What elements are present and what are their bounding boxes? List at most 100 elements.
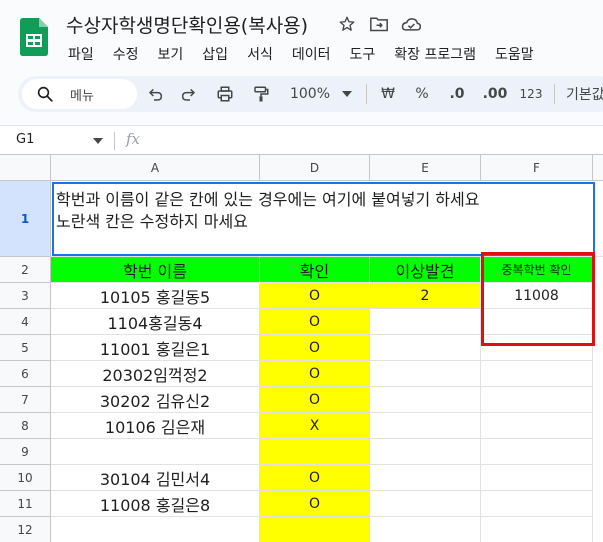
table-cell-d[interactable]: O xyxy=(260,387,370,413)
table-cell-f[interactable] xyxy=(481,413,593,439)
table-cell-f[interactable] xyxy=(481,387,593,413)
column-header-e[interactable]: E xyxy=(370,155,481,181)
increase-decimal-button[interactable]: .00 xyxy=(480,84,510,104)
table-cell-a[interactable]: 1104홍길동4 xyxy=(51,309,260,335)
menu-edit[interactable]: 수정 xyxy=(113,44,139,64)
table-cell-a[interactable]: 11008 홍길은8 xyxy=(51,491,260,517)
row-header-1[interactable]: 1 xyxy=(0,181,51,257)
table-cell-d[interactable]: O xyxy=(260,491,370,517)
undo-button[interactable] xyxy=(146,84,166,104)
table-cell-a[interactable]: 30202 김유신2 xyxy=(51,387,260,413)
app-header: 수상자학생명단확인용(복사용) 파일 수정 보기 삽입 서식 데이터 도구 확장… xyxy=(0,0,603,72)
document-title[interactable]: 수상자학생명단확인용(복사용) xyxy=(66,11,308,38)
header-cell-student[interactable]: 학번 이름 xyxy=(51,257,260,283)
menu-data[interactable]: 데이터 xyxy=(292,44,331,64)
menu-search-button[interactable]: 메뉴 xyxy=(22,79,137,109)
table-cell-d[interactable] xyxy=(260,517,370,542)
table-cell-d[interactable]: O xyxy=(260,465,370,491)
row-header-4[interactable]: 4 xyxy=(0,309,51,335)
table-cell-e[interactable]: 2 xyxy=(370,283,481,309)
table-cell-e[interactable] xyxy=(370,517,481,542)
cloud-saved-icon[interactable] xyxy=(400,13,422,35)
decrease-decimal-button[interactable]: .0 xyxy=(444,84,470,104)
table-cell-a[interactable]: 10106 김은재 xyxy=(51,413,260,439)
row-header-10[interactable]: 10 xyxy=(0,465,51,491)
table-cell-f[interactable] xyxy=(481,465,593,491)
table-cell-a[interactable]: 20302임꺽정2 xyxy=(51,361,260,387)
table-cell-d[interactable] xyxy=(260,439,370,465)
table-cell-d[interactable]: O xyxy=(260,361,370,387)
table-cell-d[interactable]: O xyxy=(260,309,370,335)
zoom-dropdown-icon[interactable] xyxy=(340,84,354,104)
spreadsheet-grid: A D E F 1 2 3 4 5 6 7 8 9 10 11 12 학번과 이… xyxy=(0,155,603,542)
percent-format-button[interactable]: % xyxy=(412,84,432,104)
table-cell-e[interactable] xyxy=(370,309,481,335)
table-cell-f[interactable] xyxy=(481,361,593,387)
table-cell-e[interactable] xyxy=(370,361,481,387)
menu-view[interactable]: 보기 xyxy=(158,44,184,64)
name-box[interactable]: G1 xyxy=(16,132,34,147)
row-header-9[interactable]: 9 xyxy=(0,439,51,465)
default-format-dropdown[interactable]: 기본값 xyxy=(566,84,603,104)
redo-button[interactable] xyxy=(178,84,198,104)
redo-icon xyxy=(181,88,196,101)
name-box-dropdown-icon[interactable] xyxy=(93,138,103,144)
select-all-corner[interactable] xyxy=(0,155,51,181)
header-cell-anomaly[interactable]: 이상발견 xyxy=(370,257,481,283)
column-header-d[interactable]: D xyxy=(260,155,370,181)
table-cell-f[interactable] xyxy=(481,517,593,542)
undo-icon xyxy=(148,88,163,101)
star-icon[interactable] xyxy=(336,13,358,35)
table-cell-a[interactable]: 11001 홍길은1 xyxy=(51,335,260,361)
zoom-value[interactable]: 100% xyxy=(286,84,334,104)
table-cell-a[interactable]: 10105 홍길동5 xyxy=(51,283,260,309)
menu-help[interactable]: 도움말 xyxy=(495,44,534,64)
table-cell-e[interactable] xyxy=(370,387,481,413)
menu-insert[interactable]: 삽입 xyxy=(202,44,228,64)
table-cell-d[interactable]: O xyxy=(260,335,370,361)
row-header-5[interactable]: 5 xyxy=(0,335,51,361)
menu-tools[interactable]: 도구 xyxy=(349,44,375,64)
menu-format[interactable]: 서식 xyxy=(247,44,273,64)
cell-g1[interactable] xyxy=(593,181,603,257)
table-cell-f[interactable] xyxy=(481,439,593,465)
row-header-7[interactable]: 7 xyxy=(0,387,51,413)
menu-extensions[interactable]: 확장 프로그램 xyxy=(394,44,476,64)
column-header-g[interactable] xyxy=(593,155,603,181)
table-cell-f[interactable]: 11008 xyxy=(481,283,593,309)
sheets-logo-icon[interactable] xyxy=(20,18,48,56)
header-cell-duplicate[interactable]: 중복학번 확인 xyxy=(481,257,593,283)
row-header-12[interactable]: 12 xyxy=(0,517,51,542)
table-cell-e[interactable] xyxy=(370,439,481,465)
menu-bar: 파일 수정 보기 삽입 서식 데이터 도구 확장 프로그램 도움말 xyxy=(68,44,553,64)
row-header-8[interactable]: 8 xyxy=(0,413,51,439)
table-cell-a[interactable] xyxy=(51,439,260,465)
function-icon: fx xyxy=(126,130,141,148)
move-folder-icon[interactable] xyxy=(368,13,390,35)
table-cell-a[interactable] xyxy=(51,517,260,542)
table-cell-e[interactable] xyxy=(370,335,481,361)
cell-g-column[interactable] xyxy=(593,257,603,542)
menu-file[interactable]: 파일 xyxy=(68,44,94,64)
paint-format-button[interactable] xyxy=(250,84,272,104)
table-cell-f[interactable] xyxy=(481,491,593,517)
row-header-2[interactable]: 2 xyxy=(0,257,51,283)
print-button[interactable] xyxy=(214,84,236,104)
table-cell-a[interactable]: 30104 김민서4 xyxy=(51,465,260,491)
table-cell-f[interactable] xyxy=(481,309,593,335)
table-cell-e[interactable] xyxy=(370,491,481,517)
table-cell-f[interactable] xyxy=(481,335,593,361)
table-cell-e[interactable] xyxy=(370,413,481,439)
toolbar-divider xyxy=(366,84,367,104)
row-header-3[interactable]: 3 xyxy=(0,283,51,309)
table-cell-d[interactable]: X xyxy=(260,413,370,439)
number-format-button[interactable]: 123 xyxy=(518,84,544,104)
column-header-f[interactable]: F xyxy=(481,155,593,181)
table-cell-d[interactable]: O xyxy=(260,283,370,309)
header-cell-check[interactable]: 확인 xyxy=(260,257,370,283)
currency-format-button[interactable]: ₩ xyxy=(378,84,398,104)
row-header-6[interactable]: 6 xyxy=(0,361,51,387)
column-header-a[interactable]: A xyxy=(51,155,260,181)
table-cell-e[interactable] xyxy=(370,465,481,491)
row-header-11[interactable]: 11 xyxy=(0,491,51,517)
